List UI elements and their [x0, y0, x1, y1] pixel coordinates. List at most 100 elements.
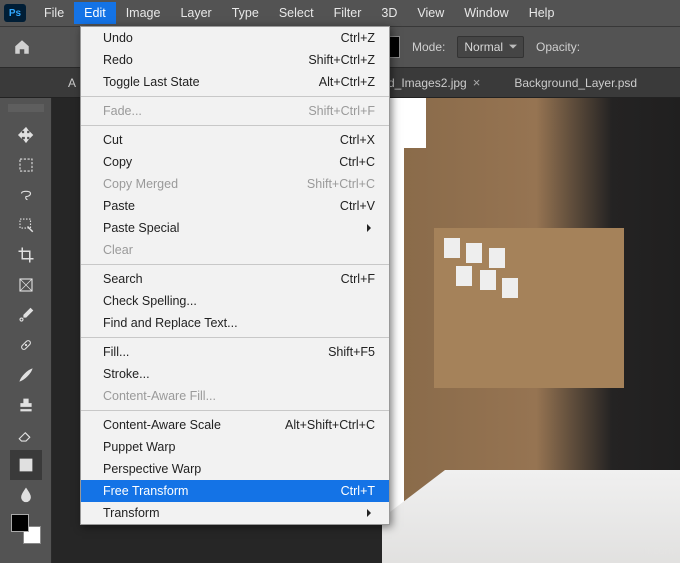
menu-item-label: Transform: [103, 506, 160, 520]
menu-item-fade: Fade... Shift+Ctrl+F: [81, 100, 389, 122]
clone-stamp-tool[interactable]: [10, 390, 42, 420]
opacity-label: Opacity:: [536, 40, 580, 54]
watermark: n.com: [644, 545, 674, 557]
menu-item-label: Free Transform: [103, 484, 188, 498]
menu-filter[interactable]: Filter: [324, 2, 372, 24]
menu-image[interactable]: Image: [116, 2, 171, 24]
menu-item-content-aware-scale[interactable]: Content-Aware Scale Alt+Shift+Ctrl+C: [81, 414, 389, 436]
menu-item-shortcut: Alt+Ctrl+Z: [319, 75, 375, 89]
menu-item-puppet-warp[interactable]: Puppet Warp: [81, 436, 389, 458]
menu-item-transform[interactable]: Transform: [81, 502, 389, 524]
menu-item-stroke[interactable]: Stroke...: [81, 363, 389, 385]
menu-item-label: Fade...: [103, 104, 142, 118]
menu-item-label: Copy: [103, 155, 132, 169]
menu-item-find-and-replace-text[interactable]: Find and Replace Text...: [81, 312, 389, 334]
menu-item-copy-merged: Copy Merged Shift+Ctrl+C: [81, 173, 389, 195]
menu-item-label: Fill...: [103, 345, 129, 359]
lasso-tool[interactable]: [10, 180, 42, 210]
tab-label: A: [68, 76, 76, 90]
menu-item-shortcut: Ctrl+F: [341, 272, 375, 286]
menu-item-paste-special[interactable]: Paste Special: [81, 217, 389, 239]
menu-edit[interactable]: Edit: [74, 2, 116, 24]
menu-item-content-aware-fill: Content-Aware Fill...: [81, 385, 389, 407]
eraser-tool[interactable]: [10, 420, 42, 450]
menu-separator: [81, 96, 389, 97]
menu-item-fill[interactable]: Fill... Shift+F5: [81, 341, 389, 363]
menu-window[interactable]: Window: [454, 2, 518, 24]
menu-item-label: Copy Merged: [103, 177, 178, 191]
menu-item-clear: Clear: [81, 239, 389, 261]
crop-tool[interactable]: [10, 240, 42, 270]
menu-layer[interactable]: Layer: [170, 2, 221, 24]
menu-select[interactable]: Select: [269, 2, 324, 24]
menu-item-shortcut: Ctrl+C: [339, 155, 375, 169]
healing-brush-tool[interactable]: [10, 330, 42, 360]
quick-select-tool[interactable]: [10, 210, 42, 240]
menu-item-shortcut: Ctrl+V: [340, 199, 375, 213]
frame-tool[interactable]: [10, 270, 42, 300]
menu-item-redo[interactable]: RedoShift+Ctrl+Z: [81, 49, 389, 71]
menu-item-label: Clear: [103, 243, 133, 257]
menubar: Ps FileEditImageLayerTypeSelectFilter3DV…: [0, 0, 680, 26]
menu-item-label: Content-Aware Fill...: [103, 389, 216, 403]
menu-item-label: Puppet Warp: [103, 440, 176, 454]
brush-tool[interactable]: [10, 360, 42, 390]
menu-item-label: Check Spelling...: [103, 294, 197, 308]
menu-item-cut[interactable]: Cut Ctrl+X: [81, 129, 389, 151]
document-tab[interactable]: A: [58, 70, 78, 96]
menu-item-label: Find and Replace Text...: [103, 316, 238, 330]
menu-view[interactable]: View: [407, 2, 454, 24]
canvas-image: [382, 470, 680, 563]
menu-item-undo[interactable]: Undo Ctrl+Z: [81, 27, 389, 49]
menu-item-paste[interactable]: Paste Ctrl+V: [81, 195, 389, 217]
move-tool[interactable]: [10, 120, 42, 150]
document-tab[interactable]: Background_Layer.psd: [504, 70, 647, 96]
menu-item-copy[interactable]: Copy Ctrl+C: [81, 151, 389, 173]
menu-item-free-transform[interactable]: Free Transform Ctrl+T: [81, 480, 389, 502]
menu-item-perspective-warp[interactable]: Perspective Warp: [81, 458, 389, 480]
gradient-tool[interactable]: [10, 450, 42, 480]
tab-label: d_Images2.jpg: [388, 76, 467, 90]
menu-separator: [81, 337, 389, 338]
eyedropper-tool[interactable]: [10, 300, 42, 330]
menu-item-label: Search: [103, 272, 143, 286]
menu-item-label: Paste: [103, 199, 135, 213]
menu-item-label: Perspective Warp: [103, 462, 201, 476]
menu-separator: [81, 264, 389, 265]
mode-select[interactable]: Normal: [457, 36, 524, 58]
menu-item-shortcut: Shift+F5: [328, 345, 375, 359]
toolbar: [0, 98, 52, 563]
menu-item-label: Undo: [103, 31, 133, 45]
menu-item-label: Redo: [103, 53, 133, 67]
menu-file[interactable]: File: [34, 2, 74, 24]
menu-item-search[interactable]: Search Ctrl+F: [81, 268, 389, 290]
close-icon[interactable]: ×: [473, 75, 481, 90]
menu-item-shortcut: Alt+Shift+Ctrl+C: [285, 418, 375, 432]
foreground-color-swatch[interactable]: [11, 514, 29, 532]
menu-item-shortcut: Ctrl+T: [341, 484, 375, 498]
menu-separator: [81, 125, 389, 126]
toolbar-grip[interactable]: [8, 104, 44, 112]
menu-item-toggle-last-state[interactable]: Toggle Last State Alt+Ctrl+Z: [81, 71, 389, 93]
mode-label: Mode:: [412, 40, 445, 54]
menu-separator: [81, 410, 389, 411]
foreground-background-swatch[interactable]: [9, 512, 43, 546]
blur-tool[interactable]: [10, 480, 42, 510]
menu-item-label: Paste Special: [103, 221, 179, 235]
tab-label: Background_Layer.psd: [514, 76, 637, 90]
menu-item-shortcut: Shift+Ctrl+F: [308, 104, 375, 118]
menu-item-label: Content-Aware Scale: [103, 418, 221, 432]
menu-item-check-spelling[interactable]: Check Spelling...: [81, 290, 389, 312]
menu-3d[interactable]: 3D: [371, 2, 407, 24]
menu-item-label: Stroke...: [103, 367, 150, 381]
menu-type[interactable]: Type: [222, 2, 269, 24]
marquee-tool[interactable]: [10, 150, 42, 180]
home-button[interactable]: [10, 35, 34, 59]
menu-help[interactable]: Help: [519, 2, 565, 24]
document-tab[interactable]: d_Images2.jpg ×: [378, 69, 490, 96]
menu-item-shortcut: Ctrl+Z: [341, 31, 375, 45]
menu-item-shortcut: Ctrl+X: [340, 133, 375, 147]
menu-item-shortcut: Shift+Ctrl+C: [307, 177, 375, 191]
menu-item-label: Toggle Last State: [103, 75, 200, 89]
menu-item-label: Cut: [103, 133, 122, 147]
